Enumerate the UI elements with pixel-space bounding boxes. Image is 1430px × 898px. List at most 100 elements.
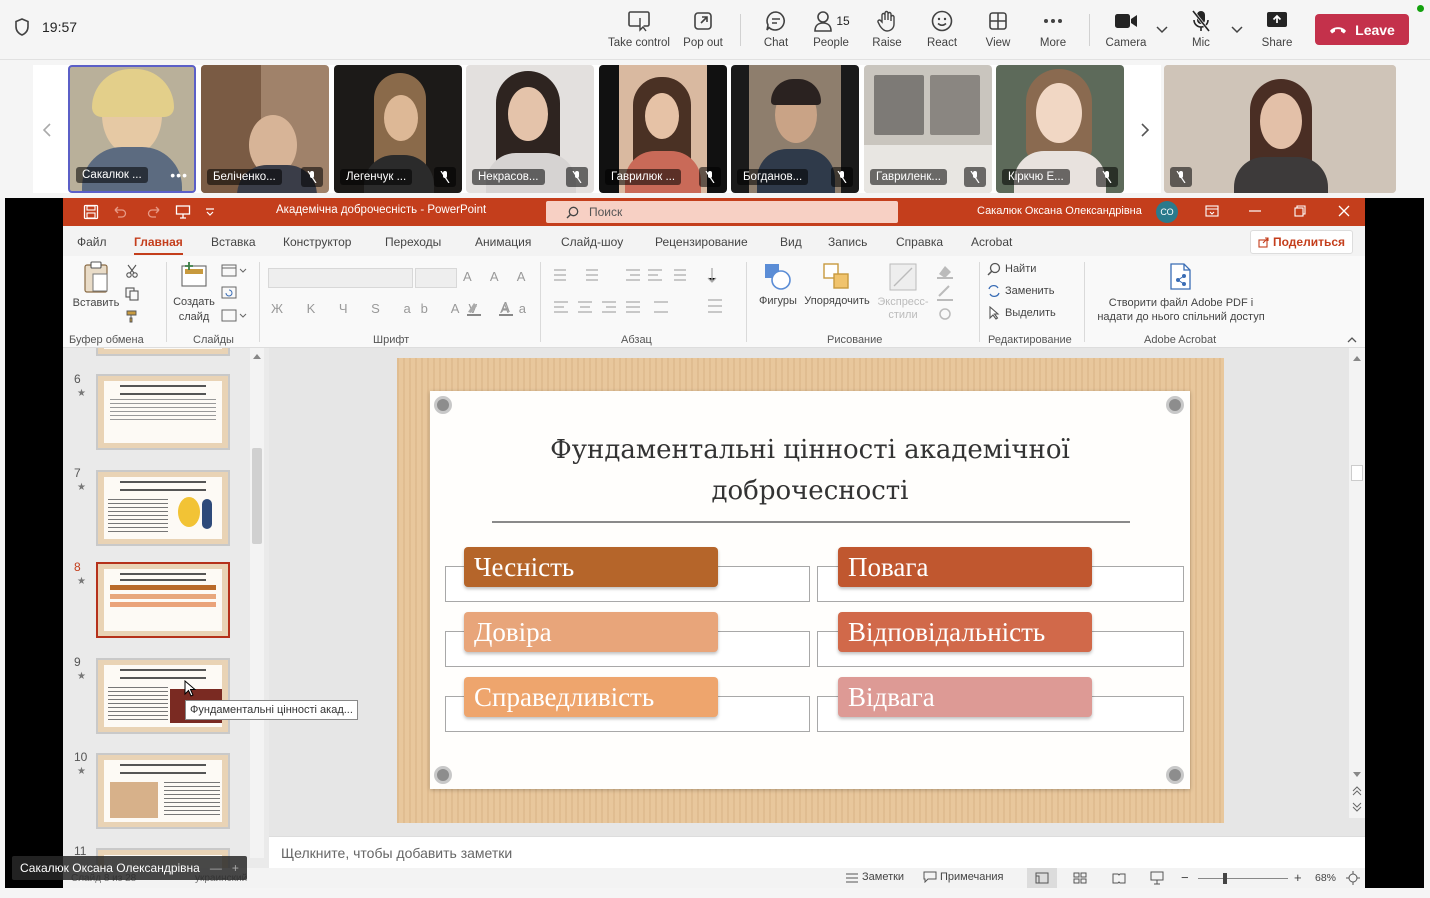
fit-to-window-icon[interactable] xyxy=(1346,871,1360,885)
previous-slide-icon[interactable] xyxy=(1352,786,1362,796)
more-options-icon[interactable]: ••• xyxy=(170,167,188,183)
tab-animation[interactable]: Анимация xyxy=(475,235,531,249)
account-avatar[interactable]: СО xyxy=(1156,201,1178,223)
tab-slideshow[interactable]: Слайд-шоу xyxy=(561,235,623,249)
tab-file[interactable]: Файл xyxy=(77,235,107,249)
scroll-down-icon[interactable] xyxy=(1352,771,1362,779)
phone-hangup-icon xyxy=(1330,26,1347,33)
take-control-button[interactable]: Take control xyxy=(604,8,674,54)
tab-review[interactable]: Рецензирование xyxy=(655,235,748,249)
layout-icon[interactable] xyxy=(221,264,247,278)
quick-styles-button[interactable]: Экспресс-стили xyxy=(875,262,931,322)
minimize-share-icon[interactable]: — xyxy=(210,861,222,875)
tab-help[interactable]: Справка xyxy=(896,235,943,249)
shapes-button[interactable]: Фигуры xyxy=(755,262,801,307)
notes-label: Заметки xyxy=(862,871,905,883)
more-button[interactable]: More xyxy=(1018,8,1088,54)
notes-pane[interactable]: Щелкните, чтобы добавить заметки xyxy=(269,836,1365,868)
zoom-out-button[interactable]: − xyxy=(1181,870,1189,885)
new-slide-button[interactable]: Создать слайд xyxy=(171,260,217,325)
font-family-select[interactable] xyxy=(268,268,413,288)
paragraph-buttons[interactable] xyxy=(550,266,740,329)
redo-icon[interactable] xyxy=(147,204,163,220)
leave-button[interactable]: Leave xyxy=(1315,14,1409,45)
strip-next-button[interactable] xyxy=(1135,110,1155,150)
next-slide-icon[interactable] xyxy=(1352,802,1362,812)
ribbon-display-icon[interactable] xyxy=(1205,205,1219,217)
comments-label: Примечания xyxy=(940,871,1004,883)
share-button[interactable]: Share xyxy=(1242,8,1312,54)
strip-prev-button[interactable] xyxy=(37,110,57,150)
zoom-slider[interactable] xyxy=(1198,878,1288,879)
zoom-in-button[interactable]: + xyxy=(1294,870,1302,885)
participant-tile[interactable]: Богданов... xyxy=(731,65,859,193)
close-icon[interactable] xyxy=(1338,205,1350,217)
shape-format-buttons[interactable] xyxy=(935,262,961,325)
format-painter-icon[interactable] xyxy=(125,309,139,323)
slide-thumbnail-selected[interactable] xyxy=(96,562,230,638)
save-icon[interactable] xyxy=(83,204,99,220)
participant-tile[interactable]: Беліченко... xyxy=(201,65,329,193)
copy-icon[interactable] xyxy=(125,287,139,301)
slide-thumbnail[interactable] xyxy=(96,348,230,356)
minimize-icon[interactable] xyxy=(1249,210,1261,212)
add-share-icon[interactable]: + xyxy=(232,861,239,875)
slide-sorter-icon[interactable] xyxy=(1073,872,1087,884)
comments-toggle[interactable]: Примечания xyxy=(923,871,1004,883)
tab-design[interactable]: Конструктор xyxy=(283,235,351,249)
participant-tile[interactable]: Легенчук ... xyxy=(334,65,462,193)
font-color-buttons[interactable]: A xyxy=(465,299,525,319)
thumbnails-scrollbar[interactable] xyxy=(250,348,264,858)
slide-thumbnail[interactable] xyxy=(96,658,230,734)
scroll-up-icon[interactable] xyxy=(252,352,262,360)
select-button[interactable]: Выделить xyxy=(987,306,1056,320)
tab-acrobat[interactable]: Acrobat xyxy=(971,235,1012,249)
participant-tile[interactable]: Некрасов... xyxy=(466,65,594,193)
section-icon[interactable] xyxy=(221,309,247,323)
font-size-buttons[interactable]: A A A xyxy=(463,269,533,284)
scroll-thumb[interactable] xyxy=(1351,465,1363,481)
replace-button[interactable]: Заменить xyxy=(987,284,1054,298)
smiley-icon xyxy=(931,10,953,32)
find-button[interactable]: Найти xyxy=(987,262,1036,276)
camera-button[interactable]: Camera xyxy=(1091,8,1161,54)
slide-thumbnail[interactable] xyxy=(96,374,230,450)
collapse-ribbon-icon[interactable] xyxy=(1347,336,1357,343)
present-icon[interactable] xyxy=(175,204,191,220)
normal-view-button[interactable] xyxy=(1027,868,1057,888)
share-document-button[interactable]: Поделиться xyxy=(1250,230,1353,254)
slide-thumbnail[interactable] xyxy=(96,753,230,829)
zoom-slider-thumb[interactable] xyxy=(1223,873,1227,884)
cut-icon[interactable] xyxy=(125,264,139,278)
slide-thumbnail[interactable] xyxy=(96,470,230,546)
create-pdf-button[interactable]: Створити файл Adobe PDF і надати до ньог… xyxy=(1089,262,1273,324)
drawing-group-label: Рисование xyxy=(827,334,883,346)
pop-out-button[interactable]: Pop out xyxy=(668,8,738,54)
arrange-button[interactable]: Упорядочить xyxy=(803,262,871,307)
notes-toggle[interactable]: Заметки xyxy=(845,871,904,883)
zoom-level[interactable]: 68% xyxy=(1315,872,1336,884)
participant-tile[interactable]: Сакалюк ... ••• xyxy=(68,65,196,193)
scroll-up-icon[interactable] xyxy=(1352,354,1362,362)
reading-view-icon[interactable] xyxy=(1112,872,1126,884)
participant-tile[interactable]: Гаврилюк ... xyxy=(599,65,727,193)
tab-view[interactable]: Вид xyxy=(780,235,802,249)
search-box[interactable]: Поиск xyxy=(546,201,898,223)
self-video-tile[interactable] xyxy=(1164,65,1396,193)
participant-tile[interactable]: Гавриленк... xyxy=(864,65,992,193)
tab-record[interactable]: Запись xyxy=(828,235,867,249)
reset-icon[interactable] xyxy=(221,286,237,300)
slideshow-icon[interactable] xyxy=(1150,871,1164,885)
participant-tile[interactable]: Кіркчю Е... xyxy=(996,65,1124,193)
undo-icon[interactable] xyxy=(111,204,127,220)
font-size-select[interactable] xyxy=(415,268,457,288)
mic-button[interactable]: Mic xyxy=(1166,8,1236,54)
tab-insert[interactable]: Вставка xyxy=(211,235,256,249)
participant-name: Сакалюк ... xyxy=(76,167,148,183)
tab-transitions[interactable]: Переходы xyxy=(385,235,441,249)
customize-toolbar-icon[interactable] xyxy=(205,208,215,216)
restore-icon[interactable] xyxy=(1294,205,1306,217)
slide-scrollbar[interactable] xyxy=(1349,348,1365,818)
tab-home[interactable]: Главная xyxy=(134,235,183,255)
paste-button[interactable]: Вставить xyxy=(71,260,121,330)
